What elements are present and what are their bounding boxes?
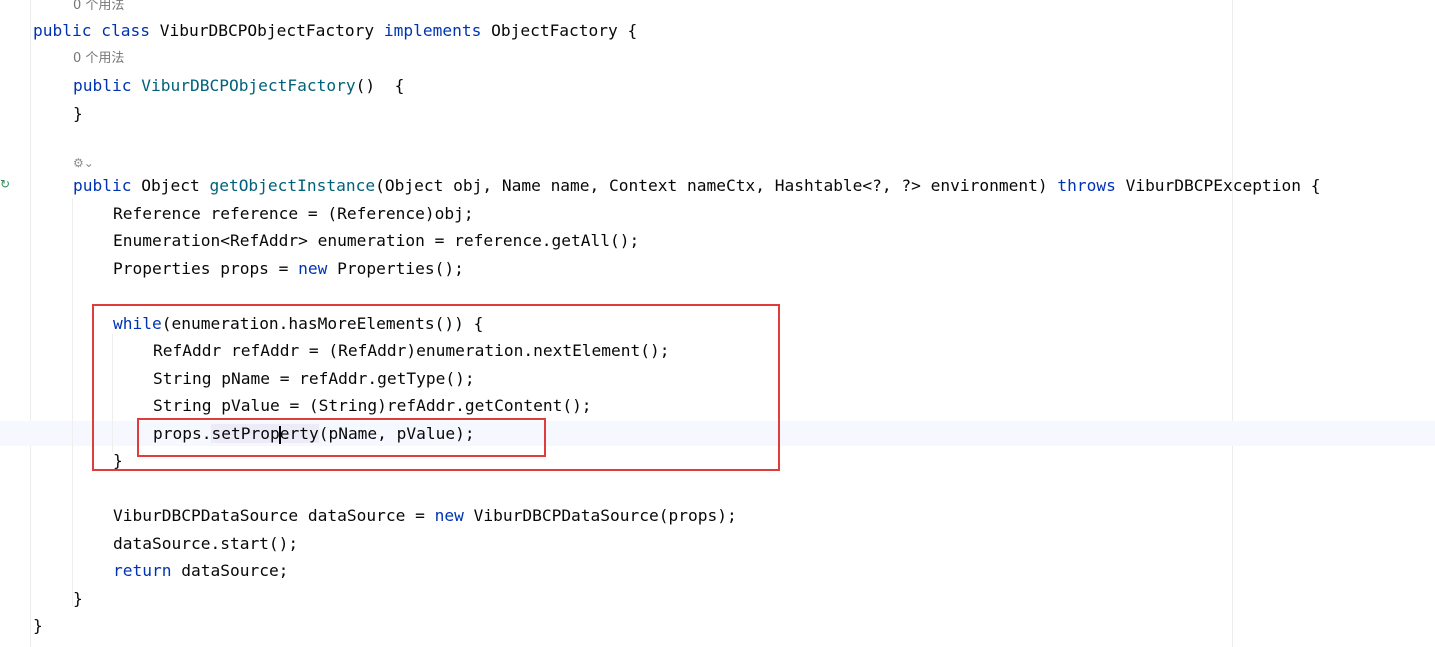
code-line-constructor-close[interactable]: } — [73, 102, 83, 126]
constructor-usage-hint[interactable]: 0 个用法 — [73, 49, 124, 69]
class-usage-hint[interactable]: 0 个用法 — [73, 0, 124, 16]
editor-gutter-border — [30, 0, 31, 647]
indent-guide — [72, 198, 73, 606]
code-line-properties[interactable]: Properties props = new Properties(); — [113, 257, 464, 281]
code-line-method-close[interactable]: } — [73, 587, 83, 611]
code-line-method-decl[interactable]: public Object getObjectInstance(Object o… — [73, 174, 1321, 198]
code-line-class-decl[interactable]: public class ViburDBCPObjectFactory impl… — [33, 19, 637, 43]
code-line-class-close[interactable]: } — [33, 614, 43, 638]
generate-icon[interactable]: ⚙⌄ — [73, 154, 94, 172]
code-line-return[interactable]: return dataSource; — [113, 559, 288, 583]
setproperty-highlight-box — [137, 418, 546, 457]
code-line-start[interactable]: dataSource.start(); — [113, 532, 298, 556]
code-line-reference[interactable]: Reference reference = (Reference)obj; — [113, 202, 474, 226]
code-line-datasource[interactable]: ViburDBCPDataSource dataSource = new Vib… — [113, 504, 737, 528]
code-line-constructor[interactable]: public ViburDBCPObjectFactory() { — [73, 74, 404, 98]
editor-right-margin — [1232, 0, 1233, 647]
override-gutter-icon[interactable]: ↻ — [0, 177, 12, 191]
code-line-enumeration[interactable]: Enumeration<RefAddr> enumeration = refer… — [113, 229, 639, 253]
